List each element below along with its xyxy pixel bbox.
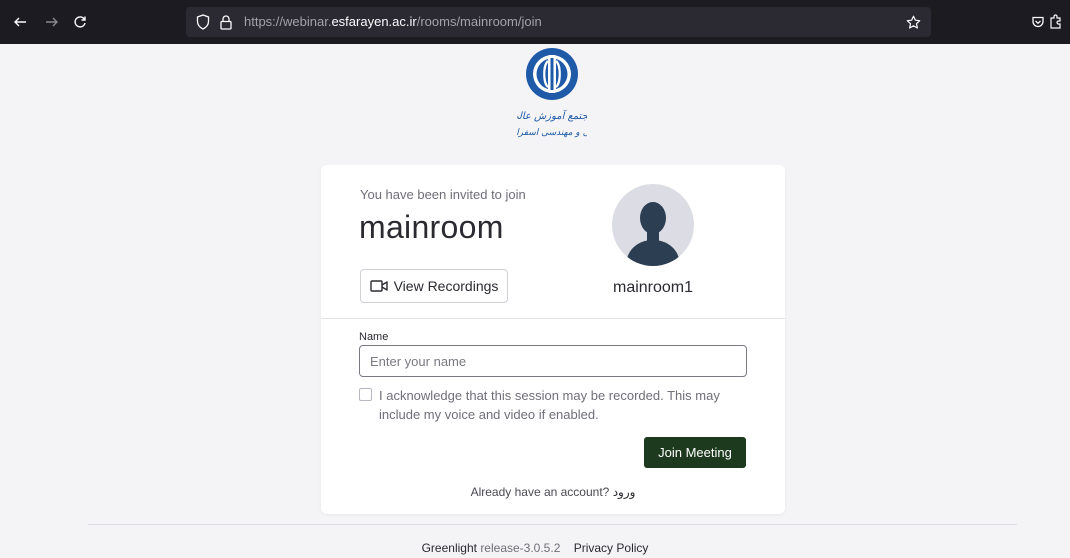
room-title: mainroom <box>359 209 504 245</box>
footer-divider <box>88 524 1017 525</box>
user-silhouette-icon <box>626 202 680 266</box>
invite-text: You have been invited to join <box>360 187 526 202</box>
acknowledge-checkbox[interactable] <box>359 388 372 401</box>
logo-text-line1: مجتمع آموزش عالی <box>517 109 587 122</box>
browser-toolbar: https://webinar.esfarayen.ac.ir/rooms/ma… <box>0 0 1070 44</box>
forward-arrow-icon[interactable] <box>40 0 64 44</box>
extensions-icon[interactable] <box>1048 0 1070 44</box>
url-bar[interactable]: https://webinar.esfarayen.ac.ir/rooms/ma… <box>186 7 931 37</box>
view-recordings-label: View Recordings <box>393 278 499 294</box>
back-arrow-icon[interactable] <box>8 0 32 44</box>
signin-prompt: Already have an account? <box>470 485 610 499</box>
video-camera-icon <box>369 280 388 292</box>
pocket-icon[interactable] <box>1026 0 1050 44</box>
star-icon[interactable] <box>906 7 921 37</box>
view-recordings-button[interactable]: View Recordings <box>360 269 508 303</box>
url-text[interactable]: https://webinar.esfarayen.ac.ir/rooms/ma… <box>244 7 542 37</box>
shield-icon[interactable] <box>196 7 210 37</box>
signin-link[interactable]: ورود <box>613 485 636 499</box>
privacy-policy-link[interactable]: Privacy Policy <box>574 541 649 555</box>
footer: Greenlight release-3.0.5.2 Privacy Polic… <box>0 541 1070 555</box>
footer-release: release-3.0.5.2 <box>480 541 561 555</box>
footer-brand: Greenlight <box>421 541 477 555</box>
name-label: Name <box>359 331 389 343</box>
signin-prompt-row: Already have an account? ورود <box>321 485 785 499</box>
join-meeting-button[interactable]: Join Meeting <box>644 437 746 468</box>
institution-logo: مجتمع آموزش عالی فنی و مهندسی اسفراین <box>517 48 587 138</box>
url-prefix: https://webinar. <box>244 14 332 29</box>
lock-icon[interactable] <box>220 7 232 37</box>
logo-text-line2: فنی و مهندسی اسفراین <box>517 128 587 138</box>
name-input[interactable] <box>359 345 747 377</box>
avatar <box>612 184 694 266</box>
join-card: You have been invited to join mainroom V… <box>321 165 785 514</box>
url-path: /rooms/mainroom/join <box>416 14 542 29</box>
reload-icon[interactable] <box>68 0 92 44</box>
acknowledge-text: I acknowledge that this session may be r… <box>379 388 720 422</box>
room-header: You have been invited to join mainroom V… <box>321 165 785 319</box>
room-owner-name: mainroom1 <box>612 279 694 296</box>
url-domain: esfarayen.ac.ir <box>331 14 417 29</box>
page-content: مجتمع آموزش عالی فنی و مهندسی اسفراین Yo… <box>0 44 1070 558</box>
